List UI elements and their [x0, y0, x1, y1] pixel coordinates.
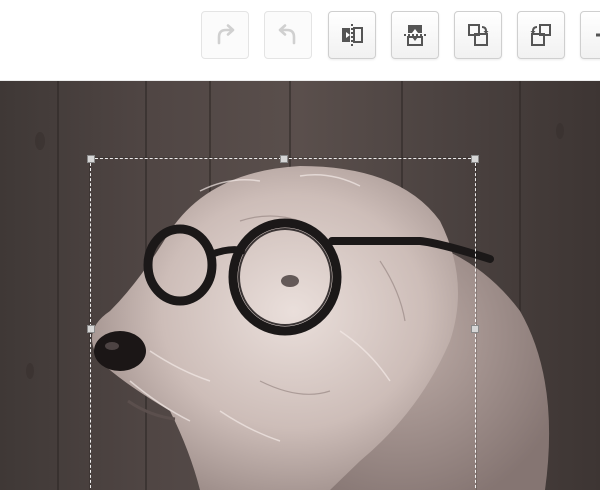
- crop-handle-top-left[interactable]: [87, 155, 95, 163]
- crop-handle-middle-left[interactable]: [87, 325, 95, 333]
- rotate-left-button[interactable]: [454, 11, 502, 59]
- crop-handle-top-right[interactable]: [471, 155, 479, 163]
- crop-selection[interactable]: [87, 155, 479, 490]
- rotate-left-icon: [468, 24, 489, 46]
- flip-horizontal-button[interactable]: [328, 11, 376, 59]
- crop-handle-middle-right[interactable]: [471, 325, 479, 333]
- add-icon: [596, 33, 600, 37]
- flip-vertical-icon: [404, 25, 426, 46]
- redo-icon: [217, 24, 235, 45]
- crop-handle-top-center[interactable]: [280, 155, 288, 163]
- editor-toolbar: [0, 0, 600, 81]
- flip-horizontal-icon: [342, 24, 363, 46]
- image-canvas[interactable]: [0, 81, 600, 490]
- flip-vertical-button[interactable]: [391, 11, 439, 59]
- add-button[interactable]: [580, 11, 600, 59]
- undo-icon: [278, 24, 296, 45]
- rotate-right-icon: [530, 24, 551, 46]
- redo-button[interactable]: [201, 11, 249, 59]
- rotate-right-button[interactable]: [517, 11, 565, 59]
- undo-button[interactable]: [264, 11, 312, 59]
